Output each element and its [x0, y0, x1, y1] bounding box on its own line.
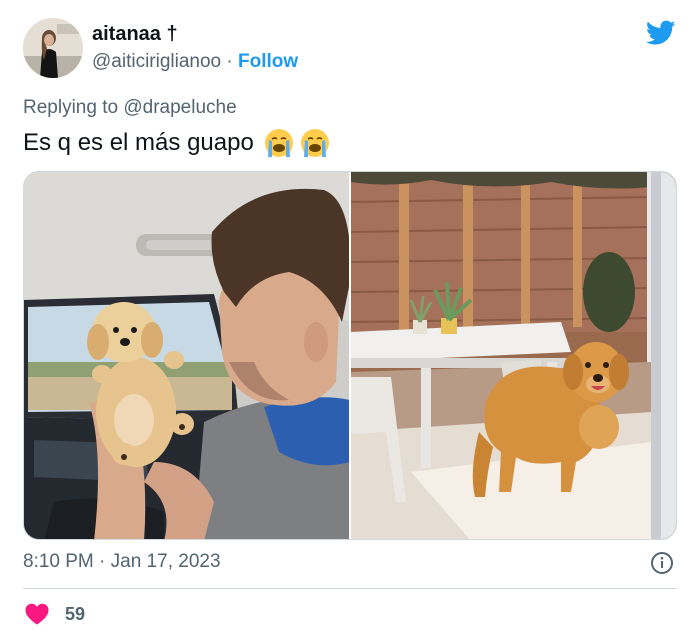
- divider: [23, 588, 677, 589]
- photo-puppy-in-car[interactable]: [24, 172, 349, 539]
- media-grid: [23, 171, 677, 540]
- reply-handle-link[interactable]: @drapeluche: [123, 97, 236, 118]
- loudly-crying-face-icon: [264, 129, 293, 157]
- tweet-text: Es q es el más guapo: [23, 127, 331, 159]
- reply-prefix: Replying to: [23, 97, 124, 118]
- like-action[interactable]: 59: [25, 603, 85, 625]
- dog-photo-image: [351, 172, 676, 539]
- loudly-crying-face-icon: [300, 129, 329, 157]
- author-info: aitanaa † @aiticiriglianoо · Follow: [92, 22, 298, 74]
- handle-row: @aiticiriglianoо · Follow: [92, 50, 298, 74]
- info-icon[interactable]: [650, 551, 674, 575]
- avatar-image: [23, 18, 83, 78]
- display-name[interactable]: aitanaa †: [92, 22, 298, 46]
- puppy-photo-image: [24, 172, 349, 539]
- like-count: 59: [65, 603, 86, 624]
- user-handle[interactable]: @aiticiriglianoо: [92, 51, 221, 72]
- tweet-card: aitanaa † @aiticiriglianoо · Follow Repl…: [0, 0, 700, 642]
- photo-dog-on-patio[interactable]: [351, 172, 676, 539]
- separator-dot: ·: [221, 51, 239, 72]
- avatar[interactable]: [23, 18, 83, 78]
- heart-icon[interactable]: [25, 603, 49, 625]
- reply-context: Replying to @drapeluche: [23, 96, 237, 120]
- tweet-body: Es q es el más guapo: [23, 129, 254, 156]
- follow-button[interactable]: Follow: [238, 51, 298, 72]
- twitter-bird-icon[interactable]: [646, 20, 676, 46]
- tweet-timestamp[interactable]: 8:10 PM · Jan 17, 2023: [23, 549, 221, 575]
